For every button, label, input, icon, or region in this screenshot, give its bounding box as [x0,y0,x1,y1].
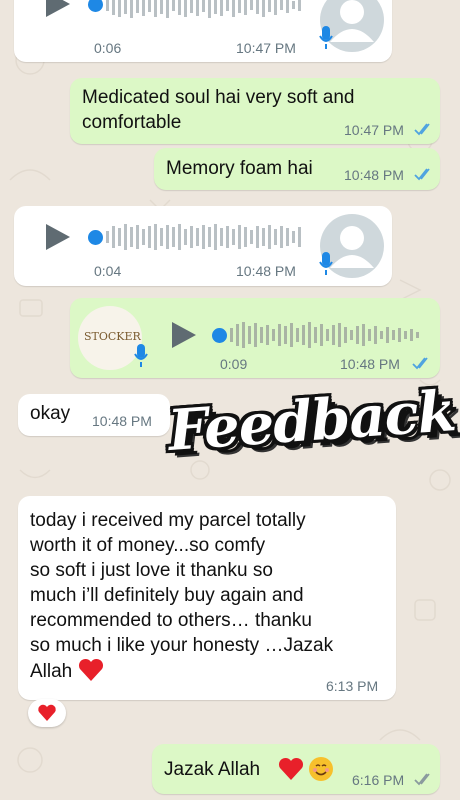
microphone-icon [134,344,148,367]
playback-position-dot[interactable] [88,230,103,245]
message-time: 10:48 PM [344,167,404,183]
outgoing-message: Jazak Allah 6:16 PM [152,744,440,794]
waveform[interactable] [106,0,312,20]
message-reaction[interactable] [28,699,66,727]
message-text: Jazak Allah [164,759,261,780]
message-text: okay [30,403,71,424]
review-last-line: Allah [30,658,333,684]
message-time: 10:48 PM [236,263,296,279]
microphone-icon [319,252,333,275]
incoming-message: today i received my parcel totally worth… [18,496,396,700]
voice-message-incoming: 0:06 10:47 PM [14,0,392,62]
message-time: 10:47 PM [236,40,296,56]
review-line: recommended to others… thanku [30,610,312,631]
message-time: 10:48 PM [340,356,400,372]
message-time: 10:47 PM [344,122,404,138]
heart-reaction-icon [38,704,56,721]
message-text: Memory foam hai [166,158,313,179]
outgoing-message: Medicated soul hai very soft and comfort… [70,78,440,144]
avatar-label: STOCKER [84,330,141,343]
read-ticks-icon [412,357,428,370]
waveform[interactable] [106,222,312,252]
voice-message-incoming: 0:04 10:48 PM [14,206,392,286]
message-time: 6:13 PM [326,678,379,694]
review-line: so much i like your honesty …Jazak [30,635,334,656]
play-icon[interactable] [46,224,70,250]
review-line: so soft i just love it thanku so [30,560,273,581]
waveform[interactable] [230,320,430,350]
read-ticks-icon [414,168,430,181]
voice-message-outgoing: STOCKER 0:09 10:48 PM [70,298,440,378]
message-time: 6:16 PM [352,772,405,788]
message-text-line-1: Medicated soul hai very soft and [82,87,355,108]
voice-duration: 0:04 [94,263,122,279]
read-ticks-icon [414,123,430,136]
review-line: much i’ll definitely buy again and [30,585,304,606]
microphone-icon [319,26,333,49]
message-text-line-2: comfortable [82,112,182,133]
voice-duration: 0:06 [94,40,122,56]
sender-avatar: STOCKER [78,306,142,370]
review-line: worth it of money...so comfy [30,535,266,556]
play-icon[interactable] [46,0,70,17]
delivered-ticks-icon [414,773,430,786]
outgoing-message: Memory foam hai 10:48 PM [154,148,440,190]
smiling-face-emoji-icon [309,757,333,781]
message-time: 10:48 PM [92,413,152,429]
incoming-message: okay 10:48 PM [18,394,170,436]
heart-emoji-icon [278,757,304,780]
voice-duration: 0:09 [220,356,248,372]
review-line: Allah [30,661,73,682]
review-line: today i received my parcel totally [30,510,306,531]
playback-position-dot[interactable] [88,0,103,12]
play-icon[interactable] [172,322,196,348]
playback-position-dot[interactable] [212,328,227,343]
heart-emoji-icon [78,658,103,681]
review-text: today i received my parcel totally worth… [30,508,333,684]
